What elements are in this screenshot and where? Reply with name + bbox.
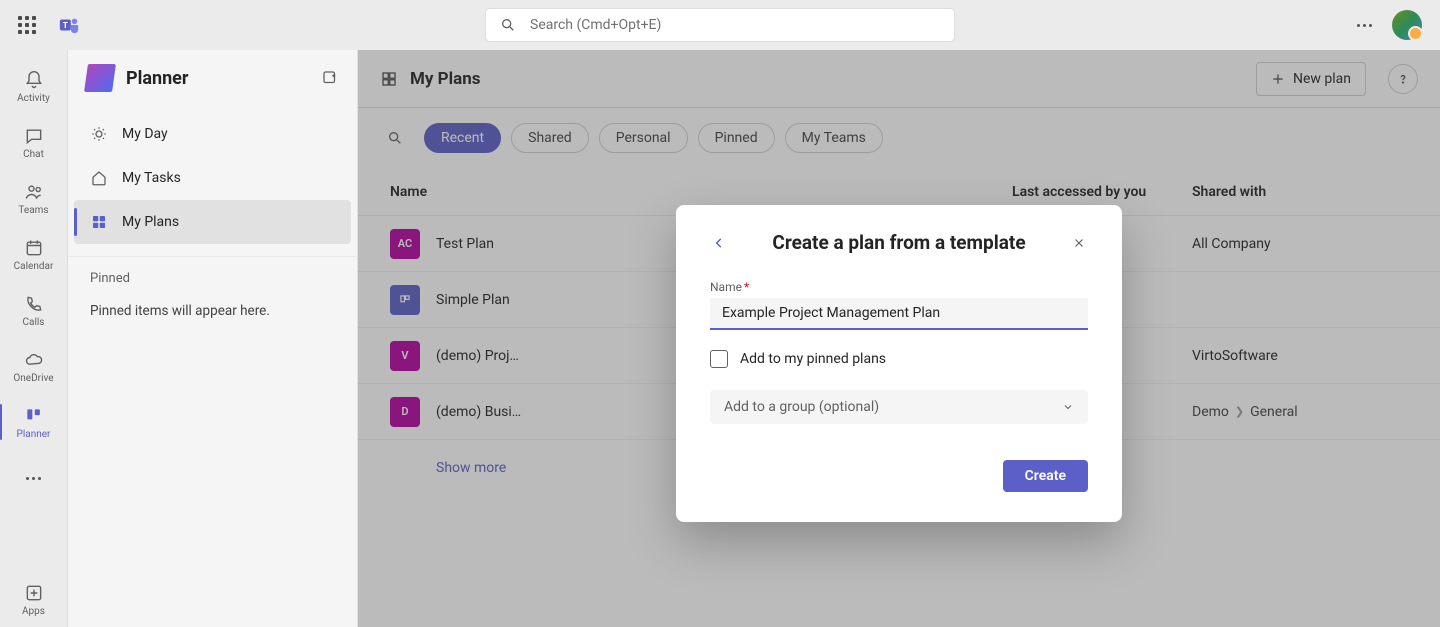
- rail-calls[interactable]: Calls: [0, 282, 67, 338]
- create-button[interactable]: Create: [1003, 460, 1088, 492]
- panel-title: Planner: [126, 68, 309, 89]
- svg-text:T: T: [63, 21, 68, 31]
- rail-label: OneDrive: [13, 373, 53, 384]
- nav-label: My Plans: [122, 214, 179, 230]
- nav-my-plans[interactable]: My Plans: [74, 200, 351, 244]
- rail-planner[interactable]: Planner: [0, 394, 67, 450]
- planner-icon: [23, 405, 45, 427]
- dialog-title: Create a plan from a template: [740, 231, 1058, 254]
- rail-label: Activity: [17, 93, 50, 104]
- rail-calendar[interactable]: Calendar: [0, 226, 67, 282]
- nav-label: My Tasks: [122, 170, 181, 186]
- more-options-icon[interactable]: [1357, 24, 1372, 27]
- modal-overlay[interactable]: Create a plan from a template Name* Add …: [358, 50, 1440, 627]
- ellipsis-icon: [26, 477, 41, 480]
- calendar-icon: [23, 237, 45, 259]
- people-icon: [23, 181, 45, 203]
- rail-label: Chat: [23, 149, 44, 160]
- rail-more[interactable]: [0, 450, 67, 506]
- search-icon: [500, 17, 516, 33]
- rail-label: Calls: [23, 317, 45, 328]
- chat-icon: [23, 125, 45, 147]
- pin-checkbox[interactable]: [710, 350, 728, 368]
- group-dropdown-placeholder: Add to a group (optional): [724, 399, 879, 415]
- global-search[interactable]: [485, 8, 955, 42]
- bell-icon: [23, 69, 45, 91]
- close-icon[interactable]: [1070, 234, 1088, 252]
- rail-label: Planner: [17, 429, 51, 440]
- cloud-icon: [23, 349, 45, 371]
- apps-icon: [23, 582, 45, 604]
- nav-my-day[interactable]: My Day: [74, 112, 351, 156]
- plan-name-input[interactable]: [710, 298, 1088, 330]
- sidebar-panel: Planner My Day My Tasks My Plans Pinned …: [68, 50, 358, 627]
- teams-logo-icon: T: [58, 14, 80, 36]
- rail-onedrive[interactable]: OneDrive: [0, 338, 67, 394]
- app-rail: Activity Chat Teams Calendar Calls OneDr…: [0, 50, 68, 627]
- main-content: My Plans New plan Recent Shared Personal…: [358, 50, 1440, 627]
- rail-apps[interactable]: Apps: [0, 571, 67, 627]
- rail-teams[interactable]: Teams: [0, 170, 67, 226]
- group-dropdown[interactable]: Add to a group (optional): [710, 390, 1088, 424]
- planner-app-icon: [84, 64, 116, 92]
- pin-checkbox-label: Add to my pinned plans: [740, 351, 886, 367]
- phone-icon: [23, 293, 45, 315]
- rail-label: Teams: [18, 205, 48, 216]
- panel-popout-icon[interactable]: [321, 69, 339, 87]
- grid-icon: [90, 213, 108, 231]
- home-icon: [90, 169, 108, 187]
- user-avatar[interactable]: [1392, 10, 1422, 40]
- sun-icon: [90, 125, 108, 143]
- nav-my-tasks[interactable]: My Tasks: [74, 156, 351, 200]
- chevron-down-icon: [1062, 401, 1074, 413]
- name-field-label: Name*: [710, 280, 1088, 294]
- back-icon[interactable]: [710, 234, 728, 252]
- top-bar: T: [0, 0, 1440, 50]
- create-plan-dialog: Create a plan from a template Name* Add …: [676, 205, 1122, 522]
- rail-chat[interactable]: Chat: [0, 114, 67, 170]
- rail-label: Apps: [22, 606, 45, 617]
- pinned-section-label: Pinned: [90, 271, 335, 286]
- nav-label: My Day: [122, 126, 168, 142]
- app-launcher-icon[interactable]: [18, 16, 36, 34]
- pinned-empty-message: Pinned items will appear here.: [90, 303, 270, 319]
- rail-activity[interactable]: Activity: [0, 58, 67, 114]
- search-input[interactable]: [530, 17, 940, 33]
- rail-label: Calendar: [14, 261, 54, 272]
